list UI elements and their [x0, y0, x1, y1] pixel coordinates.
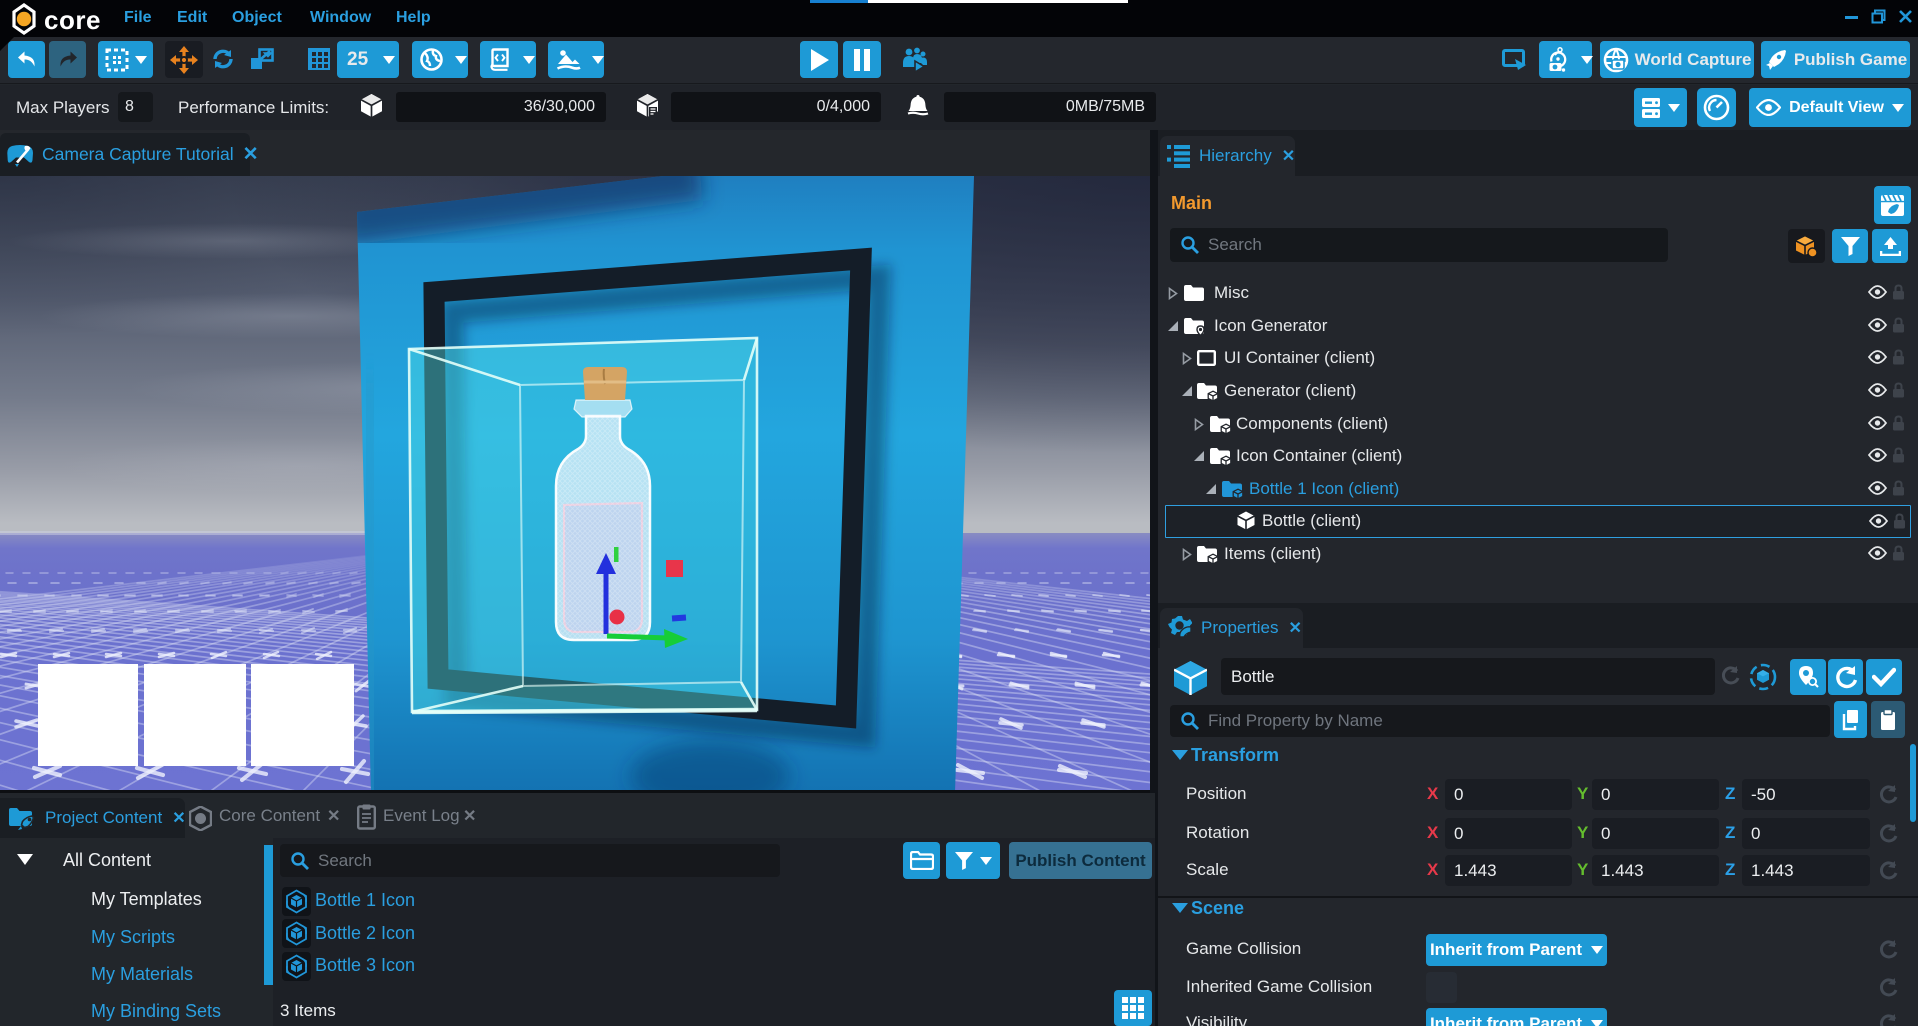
svg-text:core: core	[44, 5, 101, 35]
